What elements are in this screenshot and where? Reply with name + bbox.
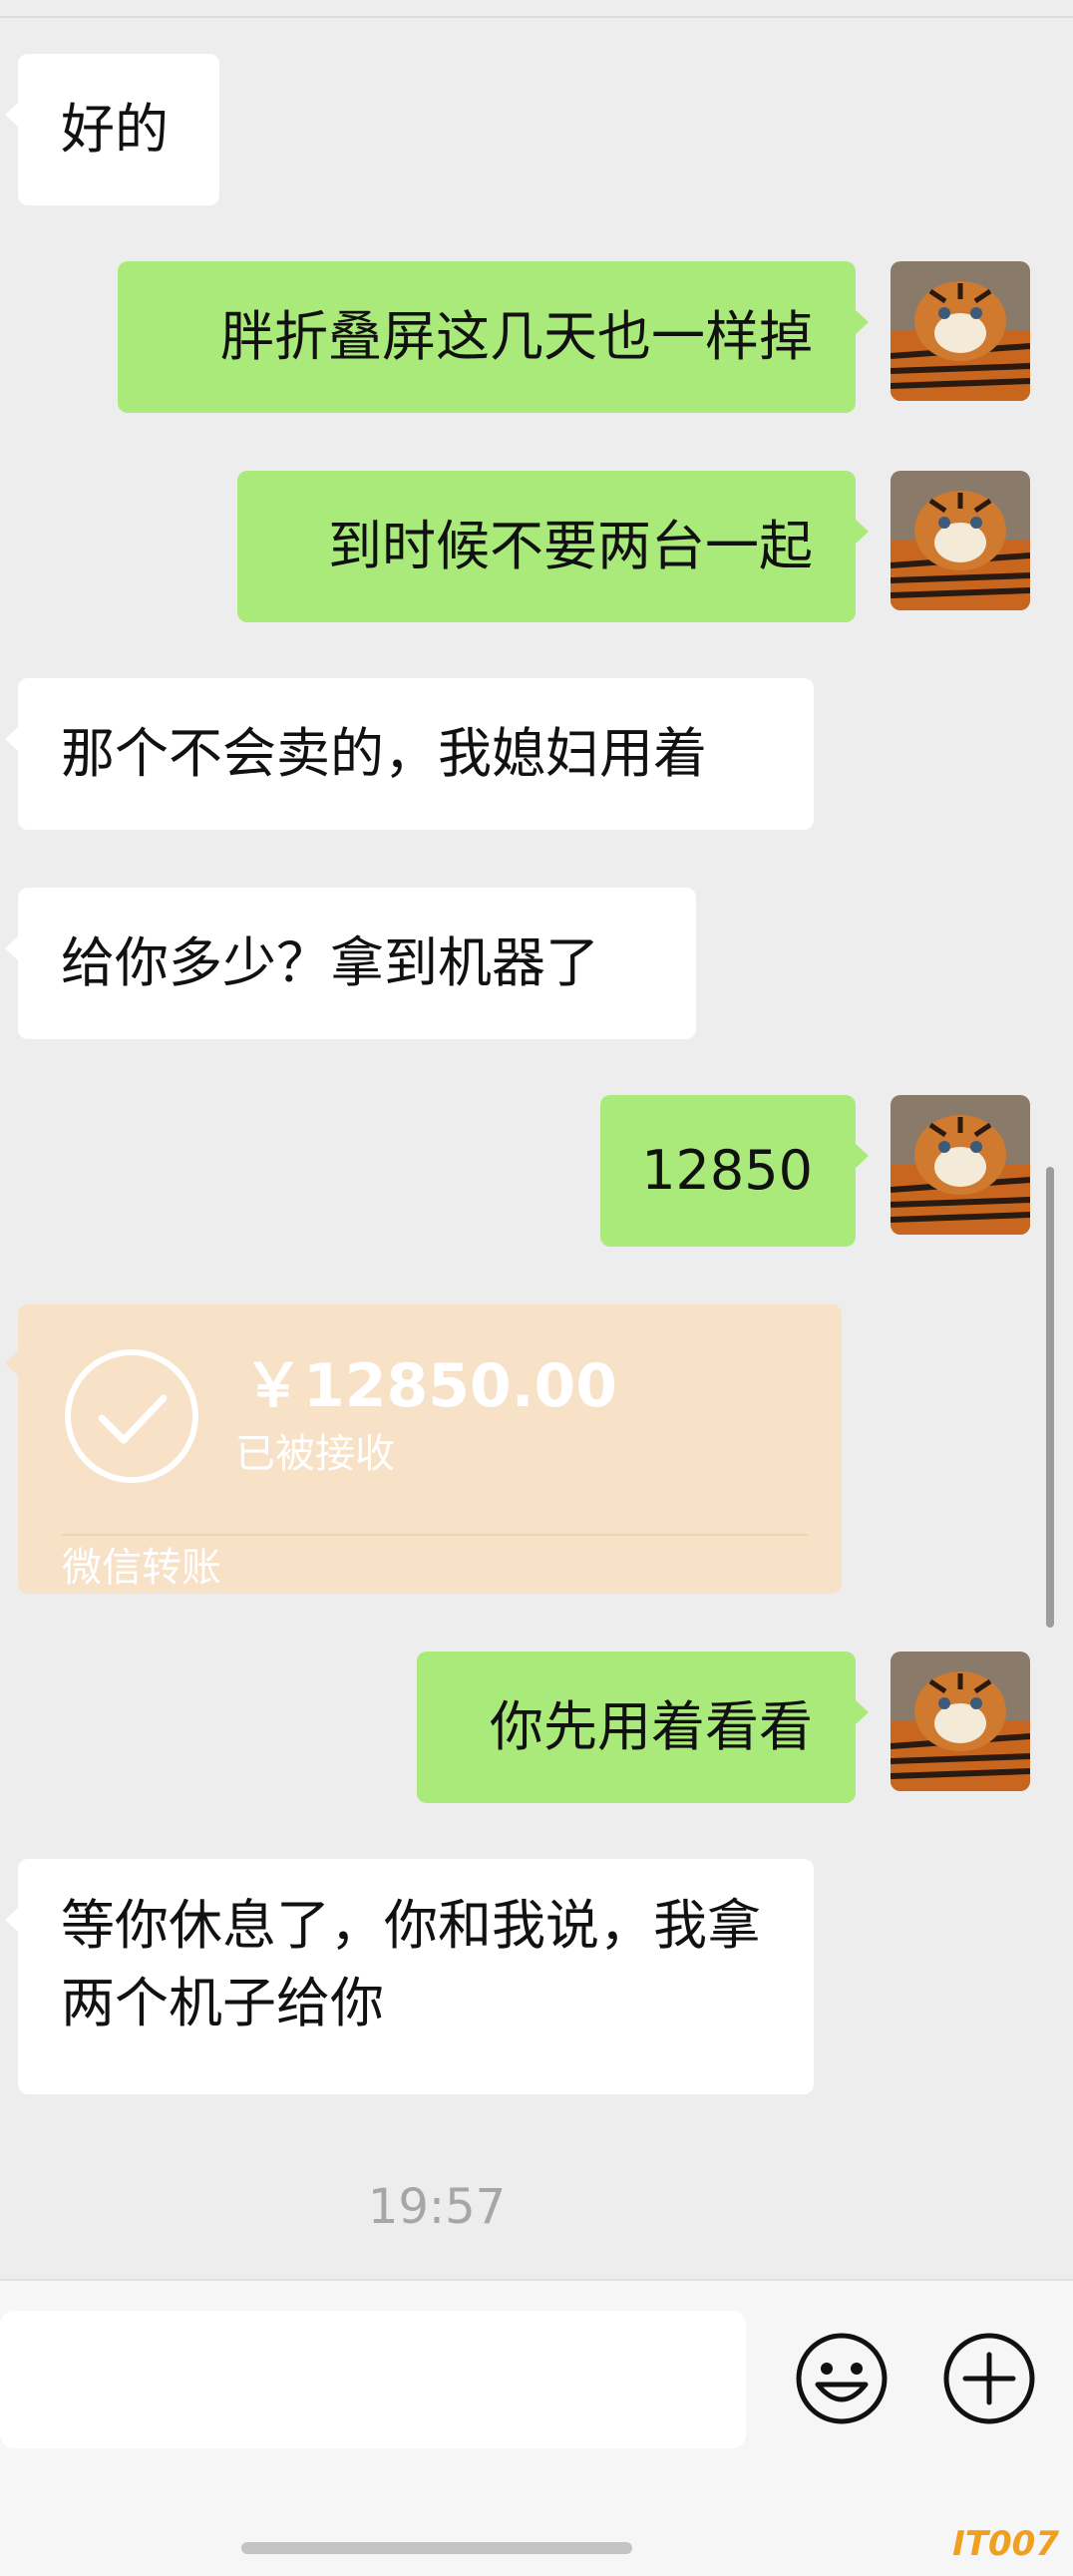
message-bubble-outgoing[interactable]: 胖折叠屏这几天也一样掉 [118, 261, 869, 413]
message-bubble-incoming[interactable]: 给你多少？拿到机器了 [5, 888, 696, 1039]
transfer-status: 已被接收 [235, 1431, 395, 1477]
home-indicator[interactable] [241, 2542, 632, 2554]
message-bubble-outgoing[interactable]: 到时候不要两台一起 [237, 471, 869, 622]
transfer-divider [62, 1534, 808, 1536]
check-circle-icon [65, 1349, 198, 1483]
avatar[interactable] [891, 1095, 1030, 1235]
plus-circle-icon[interactable] [941, 2331, 1037, 2426]
message-bubble-incoming[interactable]: 等你休息了，你和我说，我拿两个机子给你 [5, 1859, 814, 2094]
message-text: 胖折叠屏这几天也一样掉 [220, 305, 813, 368]
message-text: 给你多少？拿到机器了 [61, 931, 599, 994]
transfer-card[interactable]: ￥12850.00 已被接收 微信转账 [5, 1304, 842, 1594]
transfer-label: 微信转账 [62, 1545, 221, 1591]
message-timestamp: 19:57 [367, 2179, 507, 2235]
message-text: 12850 [641, 1139, 813, 1202]
smiley-icon[interactable] [794, 2331, 890, 2426]
top-divider [0, 16, 1073, 18]
message-input[interactable] [0, 2311, 746, 2448]
input-bar [0, 2279, 1073, 2576]
message-text: 那个不会卖的，我媳妇用着 [61, 722, 707, 785]
message-bubble-outgoing[interactable]: 你先用着看看 [417, 1652, 869, 1803]
transfer-amount: ￥12850.00 [243, 1351, 618, 1421]
message-bubble-outgoing[interactable]: 12850 [600, 1095, 869, 1247]
avatar[interactable] [891, 471, 1030, 610]
message-text: 好的 [61, 98, 169, 161]
message-text: 你先用着看看 [490, 1695, 813, 1758]
message-text: 等你休息了，你和我说，我拿两个机子给你 [61, 1894, 761, 2034]
avatar[interactable] [891, 1652, 1030, 1791]
message-bubble-incoming[interactable]: 好的 [5, 54, 219, 205]
message-bubble-incoming[interactable]: 那个不会卖的，我媳妇用着 [5, 678, 814, 830]
watermark-logo: IT007 [952, 2524, 1059, 2564]
scrollbar[interactable] [1046, 1167, 1054, 1628]
avatar[interactable] [891, 261, 1030, 401]
message-text: 到时候不要两台一起 [328, 515, 813, 577]
